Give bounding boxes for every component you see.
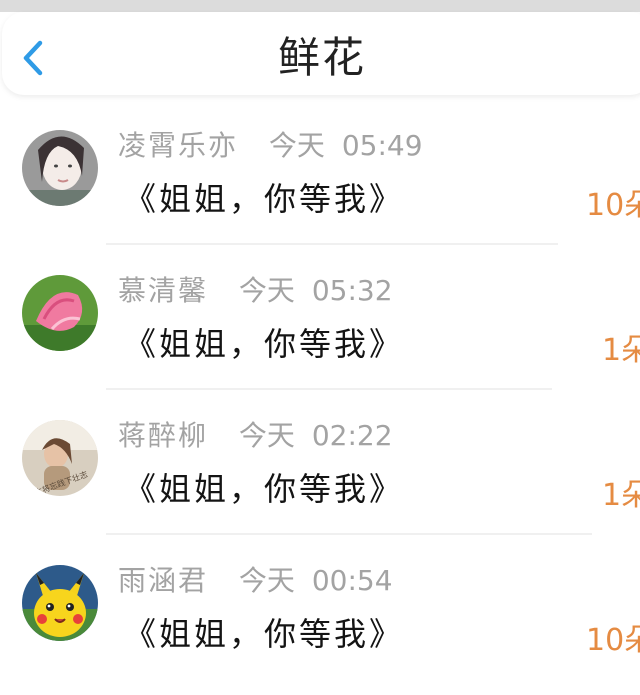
sender-name: 凌霄乐亦 — [118, 129, 239, 162]
avatar — [22, 565, 98, 641]
page-title: 鲜花 — [277, 33, 366, 82]
item-meta: 慕清馨 今天 05:32 — [118, 269, 393, 309]
item-time: 02:22 — [311, 419, 393, 452]
item-day: 今天 — [238, 419, 295, 452]
sender-name: 蒋醉柳 — [118, 419, 209, 452]
avatar — [22, 130, 98, 206]
item-day: 今天 — [238, 274, 295, 307]
book-title: 《姐姐，你等我》 — [124, 615, 405, 653]
item-meta: 雨涵君 今天 00:54 — [118, 559, 393, 599]
item-time: 00:54 — [311, 564, 393, 597]
flowers-page: 鲜花 凌霄乐亦 今天 05:49 《姐姐，你等我》 10朵 慕清馨 今天 05:… — [0, 0, 640, 695]
item-meta: 蒋醉柳 今天 02:22 — [118, 414, 393, 454]
flower-list: 凌霄乐亦 今天 05:49 《姐姐，你等我》 10朵 慕清馨 今天 05:32 … — [0, 100, 640, 680]
item-time: 05:32 — [311, 274, 393, 307]
sender-name: 慕清馨 — [118, 274, 209, 307]
item-meta: 凌霄乐亦 今天 05:49 — [118, 124, 423, 164]
avatar — [22, 275, 98, 351]
flower-amount: 1朵 — [602, 478, 640, 513]
avatar: 本将忘践下壮志 — [22, 420, 98, 496]
flower-amount: 1朵 — [602, 333, 640, 368]
flower-amount: 10朵 — [586, 623, 640, 658]
book-title: 《姐姐，你等我》 — [124, 180, 405, 218]
sender-name: 雨涵君 — [118, 564, 209, 597]
list-item[interactable]: 雨涵君 今天 00:54 《姐姐，你等我》 10朵 — [0, 535, 640, 680]
status-strip — [0, 0, 640, 12]
book-title: 《姐姐，你等我》 — [124, 470, 405, 508]
item-day: 今天 — [268, 129, 325, 162]
list-item[interactable]: 慕清馨 今天 05:32 《姐姐，你等我》 1朵 — [0, 245, 640, 390]
item-day: 今天 — [238, 564, 295, 597]
flower-amount: 10朵 — [586, 188, 640, 223]
header-bar: 鲜花 — [2, 12, 640, 95]
list-item[interactable]: 本将忘践下壮志 蒋醉柳 今天 02:22 《姐姐，你等我》 1朵 — [0, 390, 640, 535]
book-title: 《姐姐，你等我》 — [124, 325, 405, 363]
list-item[interactable]: 凌霄乐亦 今天 05:49 《姐姐，你等我》 10朵 — [0, 100, 640, 245]
item-time: 05:49 — [341, 129, 423, 162]
